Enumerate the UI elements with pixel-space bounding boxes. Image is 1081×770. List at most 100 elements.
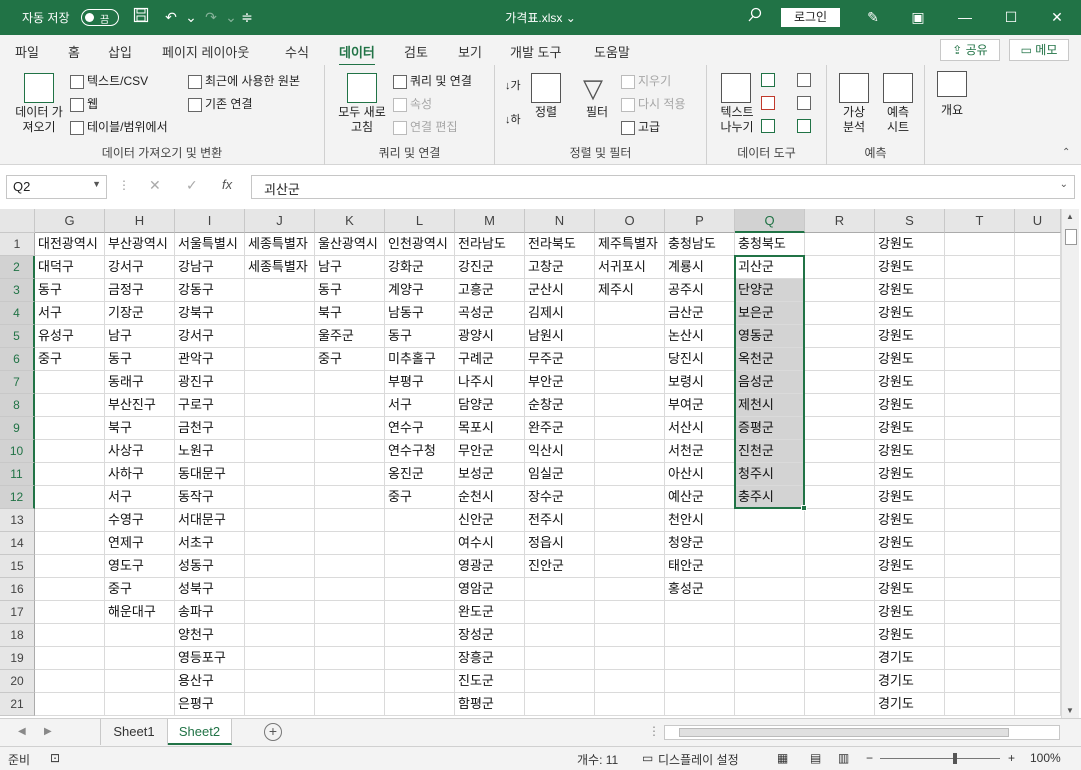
cell-t11[interactable] bbox=[945, 463, 1015, 486]
cell-m16[interactable]: 영암군 bbox=[455, 578, 525, 601]
cell-s21[interactable]: 경기도 bbox=[875, 693, 945, 716]
cell-n9[interactable]: 완주군 bbox=[525, 417, 595, 440]
cell-h19[interactable] bbox=[105, 647, 175, 670]
cell-t10[interactable] bbox=[945, 440, 1015, 463]
cell-p15[interactable]: 태안군 bbox=[665, 555, 735, 578]
horizontal-scroll-thumb[interactable] bbox=[679, 728, 1009, 737]
cell-p20[interactable] bbox=[665, 670, 735, 693]
cell-m1[interactable]: 전라남도 bbox=[455, 233, 525, 256]
cell-u14[interactable] bbox=[1015, 532, 1061, 555]
cell-h14[interactable]: 연제구 bbox=[105, 532, 175, 555]
insert-function-icon[interactable]: fx bbox=[222, 177, 232, 192]
cell-o12[interactable] bbox=[595, 486, 665, 509]
zoom-slider-thumb[interactable] bbox=[953, 753, 957, 764]
zoom-level[interactable]: 100% bbox=[1030, 751, 1061, 765]
column-header-g[interactable]: G bbox=[35, 209, 105, 233]
cell-j3[interactable] bbox=[245, 279, 315, 302]
row-header-7[interactable]: 7 bbox=[0, 371, 35, 394]
cell-q7[interactable]: 음성군 bbox=[735, 371, 805, 394]
clear-button[interactable]: 지우기 bbox=[621, 72, 671, 89]
cell-g12[interactable] bbox=[35, 486, 105, 509]
cell-r8[interactable] bbox=[805, 394, 875, 417]
cell-i4[interactable]: 강북구 bbox=[175, 302, 245, 325]
cell-i18[interactable]: 양천구 bbox=[175, 624, 245, 647]
row-header-6[interactable]: 6 bbox=[0, 348, 35, 371]
cell-r16[interactable] bbox=[805, 578, 875, 601]
cell-q20[interactable] bbox=[735, 670, 805, 693]
cell-l7[interactable]: 부평구 bbox=[385, 371, 455, 394]
cell-o10[interactable] bbox=[595, 440, 665, 463]
row-header-16[interactable]: 16 bbox=[0, 578, 35, 601]
cell-l11[interactable]: 옹진군 bbox=[385, 463, 455, 486]
cell-n18[interactable] bbox=[525, 624, 595, 647]
cell-g3[interactable]: 동구 bbox=[35, 279, 105, 302]
cell-t16[interactable] bbox=[945, 578, 1015, 601]
cell-j18[interactable] bbox=[245, 624, 315, 647]
cell-t20[interactable] bbox=[945, 670, 1015, 693]
cell-g16[interactable] bbox=[35, 578, 105, 601]
cell-p6[interactable]: 당진시 bbox=[665, 348, 735, 371]
cell-p13[interactable]: 천안시 bbox=[665, 509, 735, 532]
cell-s10[interactable]: 강원도 bbox=[875, 440, 945, 463]
cell-i20[interactable]: 용산구 bbox=[175, 670, 245, 693]
cell-r12[interactable] bbox=[805, 486, 875, 509]
cell-g4[interactable]: 서구 bbox=[35, 302, 105, 325]
column-header-j[interactable]: J bbox=[245, 209, 315, 233]
web-button[interactable]: 웹 bbox=[70, 95, 98, 112]
cell-k12[interactable] bbox=[315, 486, 385, 509]
tab-file[interactable]: 파일 bbox=[15, 42, 39, 61]
cell-t3[interactable] bbox=[945, 279, 1015, 302]
cell-l15[interactable] bbox=[385, 555, 455, 578]
cell-l4[interactable]: 남동구 bbox=[385, 302, 455, 325]
cell-k3[interactable]: 동구 bbox=[315, 279, 385, 302]
outline-icon[interactable] bbox=[937, 71, 967, 97]
cell-p16[interactable]: 홍성군 bbox=[665, 578, 735, 601]
formula-input[interactable]: 괴산군 ⌄ bbox=[251, 175, 1075, 199]
cell-r5[interactable] bbox=[805, 325, 875, 348]
cell-t13[interactable] bbox=[945, 509, 1015, 532]
cell-l3[interactable]: 계양구 bbox=[385, 279, 455, 302]
cell-k18[interactable] bbox=[315, 624, 385, 647]
cell-n10[interactable]: 익산시 bbox=[525, 440, 595, 463]
tab-formulas[interactable]: 수식 bbox=[285, 42, 309, 61]
sort-desc-icon[interactable]: ↓하 bbox=[505, 111, 521, 127]
row-header-11[interactable]: 11 bbox=[0, 463, 35, 486]
row-header-1[interactable]: 1 bbox=[0, 233, 35, 256]
cell-i14[interactable]: 서초구 bbox=[175, 532, 245, 555]
cell-j8[interactable] bbox=[245, 394, 315, 417]
cell-m12[interactable]: 순천시 bbox=[455, 486, 525, 509]
cell-p5[interactable]: 논산시 bbox=[665, 325, 735, 348]
cell-k19[interactable] bbox=[315, 647, 385, 670]
cancel-icon[interactable]: ✕ bbox=[149, 177, 161, 194]
cell-s17[interactable]: 강원도 bbox=[875, 601, 945, 624]
cell-o3[interactable]: 제주시 bbox=[595, 279, 665, 302]
cell-u6[interactable] bbox=[1015, 348, 1061, 371]
cell-i11[interactable]: 동대문구 bbox=[175, 463, 245, 486]
cell-s20[interactable]: 경기도 bbox=[875, 670, 945, 693]
cell-k10[interactable] bbox=[315, 440, 385, 463]
row-header-20[interactable]: 20 bbox=[0, 670, 35, 693]
cell-j13[interactable] bbox=[245, 509, 315, 532]
cell-r17[interactable] bbox=[805, 601, 875, 624]
cell-t19[interactable] bbox=[945, 647, 1015, 670]
cell-o15[interactable] bbox=[595, 555, 665, 578]
cell-r10[interactable] bbox=[805, 440, 875, 463]
cell-q13[interactable] bbox=[735, 509, 805, 532]
cell-p11[interactable]: 아산시 bbox=[665, 463, 735, 486]
cell-n4[interactable]: 김제시 bbox=[525, 302, 595, 325]
cell-t1[interactable] bbox=[945, 233, 1015, 256]
cell-l20[interactable] bbox=[385, 670, 455, 693]
cell-s1[interactable]: 강원도 bbox=[875, 233, 945, 256]
cell-u10[interactable] bbox=[1015, 440, 1061, 463]
zoom-slider[interactable] bbox=[880, 758, 1000, 759]
cell-t15[interactable] bbox=[945, 555, 1015, 578]
cell-j20[interactable] bbox=[245, 670, 315, 693]
cell-m19[interactable]: 장흥군 bbox=[455, 647, 525, 670]
cell-k2[interactable]: 남구 bbox=[315, 256, 385, 279]
cell-i10[interactable]: 노원구 bbox=[175, 440, 245, 463]
cell-q18[interactable] bbox=[735, 624, 805, 647]
cell-m5[interactable]: 광양시 bbox=[455, 325, 525, 348]
cell-g13[interactable] bbox=[35, 509, 105, 532]
column-header-n[interactable]: N bbox=[525, 209, 595, 233]
cell-h7[interactable]: 동래구 bbox=[105, 371, 175, 394]
